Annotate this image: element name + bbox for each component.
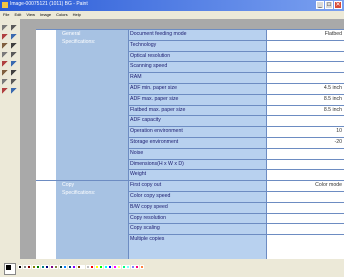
paint-app-icon[interactable]	[2, 2, 8, 8]
text-tool-icon[interactable]	[11, 61, 18, 68]
spec-sheet: General Specifications: Document feeding m…	[36, 29, 344, 259]
palette-swatch[interactable]	[36, 265, 40, 269]
menu-edit[interactable]: Edit	[14, 11, 21, 19]
palette-swatch[interactable]	[94, 265, 99, 269]
palette-swatch[interactable]	[54, 265, 58, 269]
palette-swatch[interactable]	[45, 265, 49, 269]
palette-swatch[interactable]	[67, 265, 72, 269]
menu-bar: File Edit View Image Colors Help	[0, 11, 344, 19]
drawing-canvas[interactable]: General Specifications: Document feeding m…	[20, 19, 344, 259]
palette-swatch[interactable]	[31, 265, 36, 269]
color-palette	[0, 259, 344, 277]
maximize-button[interactable]: □	[325, 1, 333, 9]
spec-name: Operation environment	[130, 128, 183, 135]
palette-swatch[interactable]	[99, 265, 103, 269]
spec-value: 4.5 inch	[323, 85, 342, 91]
menu-image[interactable]: Image	[40, 11, 51, 19]
spec-name: ADF min. paper size	[130, 85, 177, 91]
spec-value: Color mode	[315, 182, 342, 189]
palette-swatch[interactable]	[81, 265, 85, 269]
palette-swatch[interactable]	[112, 265, 117, 269]
magnifier-tool-icon[interactable]	[11, 43, 18, 50]
polygon-tool-icon[interactable]	[11, 79, 18, 86]
ellipse-tool-icon[interactable]	[2, 88, 9, 95]
pencil-tool-icon[interactable]	[2, 52, 9, 59]
close-button[interactable]: ✕	[334, 1, 342, 9]
window-controls: _ □ ✕	[316, 1, 342, 9]
title-bar[interactable]: Image-00075121 (1011) BG - Paint _ □ ✕	[0, 0, 344, 11]
spec-value: 10	[336, 128, 342, 135]
palette-swatch[interactable]	[117, 265, 121, 269]
airbrush-tool-icon[interactable]	[2, 61, 9, 68]
spec-name: ADF max. paper size	[130, 95, 179, 102]
spec-value: 8.5 inch	[323, 106, 342, 113]
palette-swatch[interactable]	[76, 265, 81, 269]
spec-name: First copy out	[130, 182, 162, 189]
spec-value: 8.5 inch	[323, 95, 342, 102]
free-select-tool-icon[interactable]	[2, 25, 9, 32]
color-picker-tool-icon[interactable]	[2, 43, 9, 50]
palette-swatch[interactable]	[63, 265, 67, 269]
spec-name: Technology	[130, 41, 157, 48]
palette-swatch[interactable]	[72, 265, 76, 269]
palette-swatch[interactable]	[139, 265, 144, 269]
palette-swatch[interactable]	[90, 265, 94, 269]
spec-name: Document feeding mode	[130, 31, 187, 37]
curve-tool-icon[interactable]	[11, 70, 18, 77]
line-tool-icon[interactable]	[2, 70, 9, 77]
menu-help[interactable]: Help	[73, 11, 81, 19]
palette-swatch[interactable]	[126, 265, 130, 269]
spec-name: Color copy speed	[130, 193, 171, 199]
spec-name: Scanning speed	[130, 63, 168, 70]
spec-name: B/W copy speed	[130, 203, 168, 210]
spec-value: Flatbed	[324, 31, 342, 37]
column-divider	[128, 29, 129, 259]
menu-file[interactable]: File	[3, 11, 9, 19]
palette-swatch[interactable]	[135, 265, 139, 269]
spec-name: Storage environment	[130, 139, 179, 145]
spec-name: RAM	[130, 74, 142, 81]
spec-value: -20	[334, 139, 343, 145]
spec-name: Multiple copies	[130, 236, 165, 243]
palette-swatch[interactable]	[121, 265, 126, 269]
select-tool-icon[interactable]	[11, 25, 18, 32]
column-divider	[266, 29, 267, 259]
palette-swatch[interactable]	[130, 265, 135, 269]
spec-name: Noise	[130, 149, 144, 156]
spec-name: Weight	[130, 171, 147, 178]
rounded-rectangle-tool-icon[interactable]	[11, 88, 18, 95]
palette-swatch[interactable]	[85, 265, 90, 269]
brush-tool-icon[interactable]	[11, 52, 18, 59]
spec-name: Copy scaling	[130, 225, 160, 232]
fill-tool-icon[interactable]	[11, 34, 18, 41]
palette-swatch[interactable]	[27, 265, 31, 269]
minimize-button[interactable]: _	[316, 1, 324, 9]
toolbox	[0, 19, 20, 259]
menu-colors[interactable]: Colors	[56, 11, 68, 19]
palette-swatch[interactable]	[18, 265, 22, 269]
current-colors-indicator[interactable]	[4, 263, 16, 275]
foreground-color	[6, 265, 11, 270]
eraser-tool-icon[interactable]	[2, 34, 9, 41]
spec-name: Dimensions(H x W x D)	[130, 160, 184, 167]
spec-name: ADF capacity	[130, 117, 161, 124]
spec-name: Copy resolution	[130, 214, 167, 221]
rectangle-tool-icon[interactable]	[2, 79, 9, 86]
palette-swatch[interactable]	[49, 265, 54, 269]
menu-view[interactable]: View	[26, 11, 35, 19]
palette-swatch[interactable]	[40, 265, 45, 269]
palette-swatch[interactable]	[103, 265, 108, 269]
palette-swatch[interactable]	[22, 265, 27, 269]
spec-name: Flatbed max. paper size	[130, 106, 186, 113]
palette-swatch[interactable]	[108, 265, 112, 269]
window-title: Image-00075121 (1011) BG - Paint	[10, 1, 88, 7]
palette-swatch[interactable]	[58, 265, 63, 269]
spec-name: Optical resolution	[130, 52, 171, 59]
